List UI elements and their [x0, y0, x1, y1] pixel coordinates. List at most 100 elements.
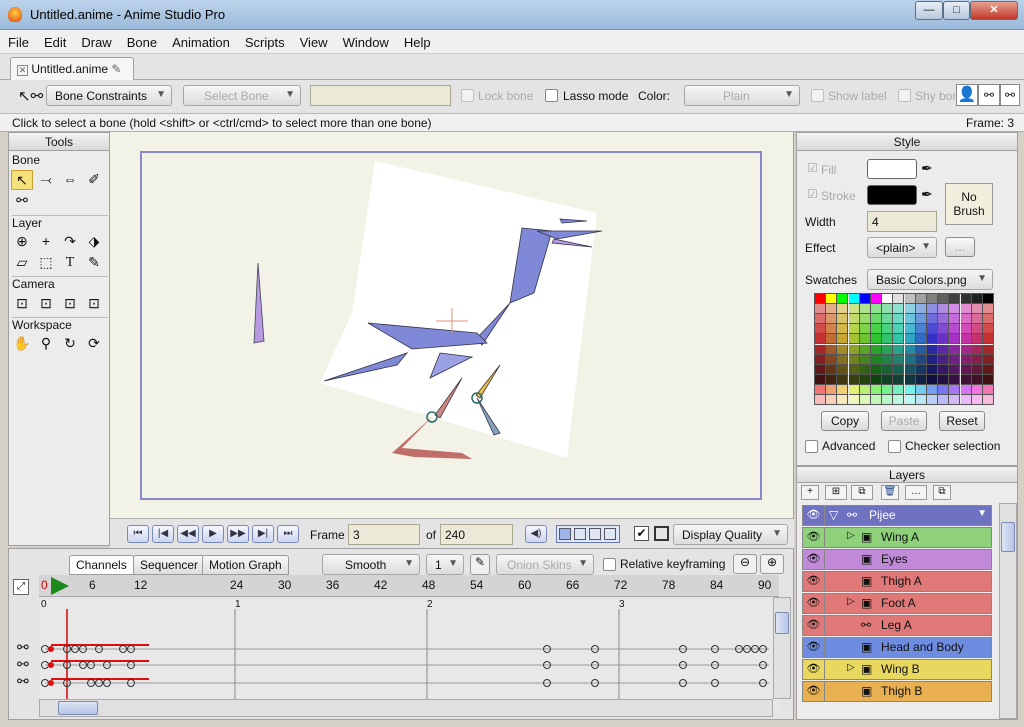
color-swatch[interactable]: [915, 364, 927, 375]
visibility-eye-icon[interactable]: 👁: [803, 594, 825, 613]
color-swatch[interactable]: [893, 354, 905, 365]
translate-bone-tool-icon[interactable]: ⤙: [35, 170, 57, 190]
bone-visibility-icon[interactable]: ⚯: [1000, 84, 1020, 106]
pan-tilt-camera-tool-icon[interactable]: ⊡: [83, 294, 105, 314]
layer-row-leg-a[interactable]: 👁 ⚯ Leg A: [802, 615, 992, 636]
color-swatch[interactable]: [915, 334, 927, 345]
color-swatch[interactable]: [960, 395, 972, 405]
relative-keyframing-checkbox[interactable]: [603, 558, 616, 571]
color-swatch[interactable]: [949, 395, 961, 405]
display-quality-dropdown[interactable]: Display Quality ▼: [673, 524, 788, 545]
color-swatch[interactable]: [893, 304, 905, 315]
maximize-button[interactable]: □: [943, 1, 970, 20]
color-swatch[interactable]: [893, 384, 905, 395]
scale-bone-tool-icon[interactable]: ⇔: [59, 170, 81, 190]
split-v-view-icon[interactable]: [574, 528, 586, 540]
stage-frame[interactable]: [140, 151, 762, 500]
fast-forward-button[interactable]: ▶▶: [227, 525, 249, 543]
color-swatch[interactable]: [983, 354, 994, 365]
rotate-bone-tool-icon[interactable]: ✐: [83, 170, 105, 190]
tab-close-icon[interactable]: ✕: [17, 65, 28, 76]
single-view-icon[interactable]: [559, 528, 571, 540]
color-swatch[interactable]: [904, 314, 916, 325]
duplicate-layer-icon[interactable]: ⧉: [851, 485, 873, 500]
expand-arrow-icon[interactable]: ▷: [847, 596, 855, 607]
forward-end-button[interactable]: ⏭: [277, 525, 299, 543]
color-swatch[interactable]: [960, 354, 972, 365]
color-swatch[interactable]: [893, 395, 905, 405]
copy-layer-icon[interactable]: ⧉: [933, 485, 951, 500]
advanced-checkbox[interactable]: [805, 440, 818, 453]
step-forward-button[interactable]: ▶|: [252, 525, 274, 543]
tab-motion-graph[interactable]: Motion Graph: [202, 555, 289, 575]
interpolation-dropdown[interactable]: Smooth ▼: [322, 554, 420, 575]
color-swatch[interactable]: [927, 374, 938, 385]
color-swatch[interactable]: [893, 374, 905, 385]
color-swatch[interactable]: [859, 395, 871, 405]
color-swatch[interactable]: [826, 374, 838, 385]
color-swatch[interactable]: [837, 384, 849, 395]
color-swatch[interactable]: [882, 354, 894, 365]
color-swatch[interactable]: [848, 294, 860, 304]
checker-selection-checkbox[interactable]: [888, 440, 901, 453]
color-swatch[interactable]: [837, 364, 849, 375]
color-swatch[interactable]: [826, 384, 838, 395]
visibility-eye-icon[interactable]: 👁: [803, 506, 825, 525]
menu-draw[interactable]: Draw: [73, 30, 118, 50]
stroke-eyedropper-icon[interactable]: ✒: [921, 186, 933, 203]
new-layer-icon[interactable]: +: [801, 485, 819, 500]
stroke-color-swatch[interactable]: [867, 185, 917, 205]
width-field[interactable]: 4: [867, 211, 937, 232]
split-h-view-icon[interactable]: [589, 528, 601, 540]
color-swatch[interactable]: [871, 384, 882, 395]
color-swatch[interactable]: [826, 314, 838, 325]
color-swatch[interactable]: [826, 364, 838, 375]
color-swatch[interactable]: [949, 304, 961, 315]
rotate-workspace-tool-icon[interactable]: ↻: [59, 334, 81, 354]
color-swatch[interactable]: [815, 395, 826, 405]
visibility-eye-icon[interactable]: 👁: [803, 572, 825, 591]
bone-name-field[interactable]: [310, 85, 451, 106]
color-swatch[interactable]: [915, 354, 927, 365]
color-swatch[interactable]: [938, 354, 950, 365]
zoom-out-icon[interactable]: ⊕: [760, 554, 784, 574]
color-swatch[interactable]: [871, 324, 882, 335]
color-swatch[interactable]: [949, 344, 961, 355]
layer-row-foot-a[interactable]: 👁 ▷ ▣ Foot A: [802, 593, 992, 614]
color-swatch[interactable]: [983, 384, 994, 395]
color-swatch[interactable]: [938, 304, 950, 315]
expand-timeline-icon[interactable]: ⤢: [13, 579, 29, 595]
color-swatch[interactable]: [848, 354, 860, 365]
color-swatch[interactable]: [960, 334, 972, 345]
color-swatch[interactable]: [927, 395, 938, 405]
color-swatch[interactable]: [915, 344, 927, 355]
color-swatch[interactable]: [904, 304, 916, 315]
color-swatch[interactable]: [904, 364, 916, 375]
color-swatch[interactable]: [871, 354, 882, 365]
color-swatch[interactable]: [882, 334, 894, 345]
color-swatch[interactable]: [859, 304, 871, 315]
layer-row-wing-b[interactable]: 👁 ▷ ▣ Wing B: [802, 659, 992, 680]
menu-view[interactable]: View: [292, 30, 335, 50]
color-swatch[interactable]: [882, 304, 894, 315]
color-swatch[interactable]: [893, 324, 905, 335]
color-swatch[interactable]: [837, 334, 849, 345]
step-back-button[interactable]: |◀: [152, 525, 174, 543]
keyframe-tracks[interactable]: [39, 609, 779, 709]
color-swatch[interactable]: [960, 324, 972, 335]
delete-layer-icon[interactable]: 🗑: [881, 485, 899, 500]
color-swatch[interactable]: [915, 374, 927, 385]
color-swatch[interactable]: [837, 304, 849, 315]
color-swatch[interactable]: [938, 395, 950, 405]
flip-layer-tool-icon[interactable]: ▱: [11, 253, 33, 273]
color-swatch[interactable]: [927, 364, 938, 375]
color-swatch[interactable]: [882, 344, 894, 355]
color-swatch[interactable]: [837, 374, 849, 385]
color-swatch[interactable]: [871, 334, 882, 345]
color-swatch[interactable]: [927, 324, 938, 335]
select-bone-tool-icon[interactable]: ↖: [11, 170, 33, 190]
quad-view-icon[interactable]: [604, 528, 616, 540]
color-swatch[interactable]: [949, 364, 961, 375]
color-swatch[interactable]: [971, 324, 983, 335]
expand-arrow-icon[interactable]: ▷: [847, 662, 855, 673]
